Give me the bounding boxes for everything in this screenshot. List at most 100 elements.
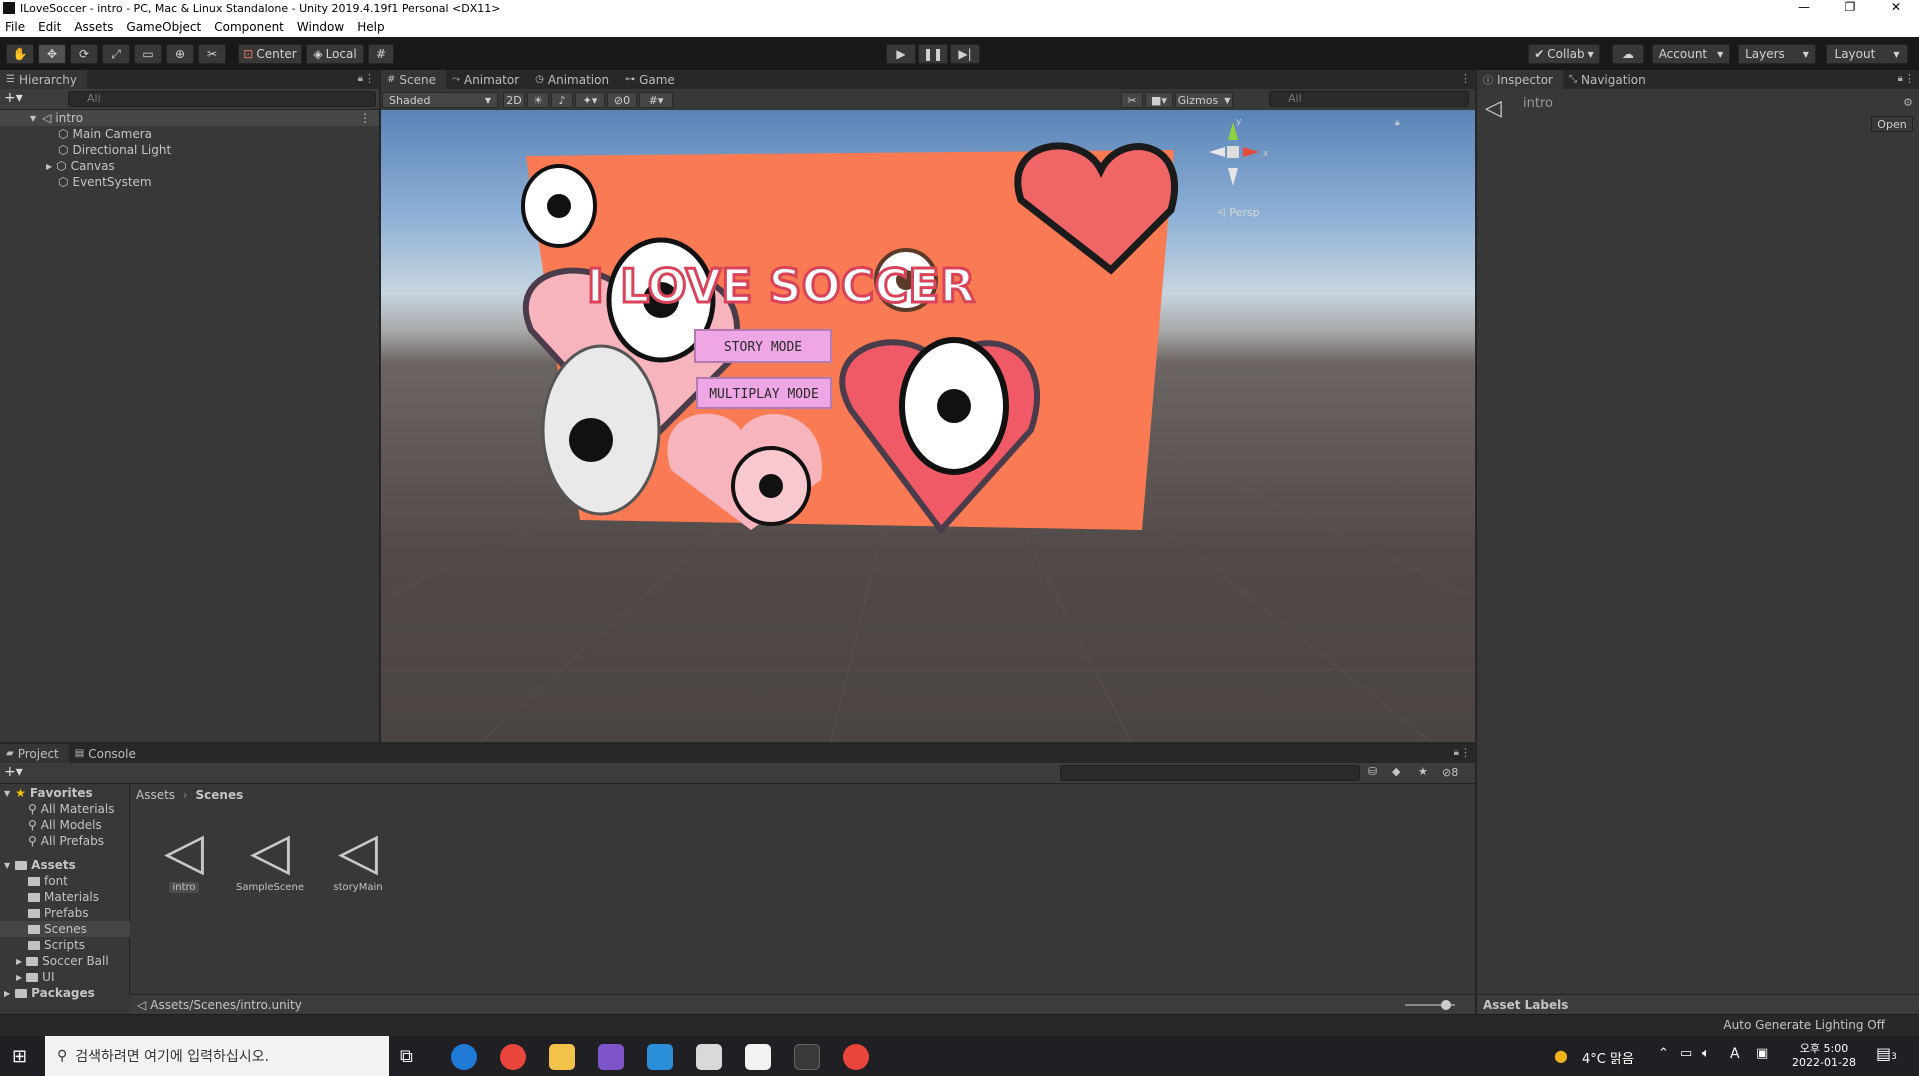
notification-icon[interactable]: ▤3	[1876, 1044, 1897, 1063]
scene-root-row[interactable]: ▼ ◁ intro ⋮	[0, 110, 379, 126]
tab-console[interactable]: ▤ Console	[68, 744, 146, 763]
gizmos-dropdown[interactable]: Gizmos ▼	[1175, 92, 1233, 108]
persp-label[interactable]: ⩤ Persp	[1217, 206, 1260, 220]
tab-navigation[interactable]: ⤡ Navigation	[1562, 70, 1656, 89]
collab-button[interactable]: ✔ Collab ▼	[1528, 44, 1600, 64]
scene-asset-tile[interactable]: ◁ intro	[144, 822, 224, 893]
menu-window[interactable]: Window	[297, 20, 344, 34]
grid-toggle-icon[interactable]: #▾	[639, 92, 673, 108]
favorites-header[interactable]: ▼ ★ Favorites	[4, 785, 93, 801]
tab-scene[interactable]: # Scene	[381, 70, 446, 89]
breadcrumb-assets[interactable]: Assets	[136, 788, 175, 802]
asset-folder[interactable]: Prefabs	[28, 905, 89, 921]
kebab-menu-icon[interactable]: ⋮	[1460, 746, 1471, 759]
scene-viewport[interactable]: I LOVE SOCCER STORY MODE MULTIPLAY MODE …	[381, 110, 1475, 742]
chevron-right-icon[interactable]: ▶	[46, 162, 52, 171]
vscode-icon[interactable]	[647, 1044, 673, 1070]
scene-asset-tile[interactable]: ◁ SampleScene	[230, 822, 310, 893]
asset-folder[interactable]: ▶ UI	[16, 969, 54, 985]
hierarchy-item[interactable]: ▶ ⬡ Canvas	[0, 158, 379, 174]
file-explorer-icon[interactable]	[549, 1044, 575, 1070]
custom-tool-icon[interactable]: ✂	[198, 44, 226, 64]
taskbar-search-input[interactable]: ⚲ 검색하려면 여기에 입력하십시오.	[45, 1036, 389, 1076]
restore-button[interactable]: ❐	[1827, 0, 1873, 16]
camera-dropdown-icon[interactable]: ■▾	[1145, 92, 1173, 108]
transform-tool-icon[interactable]: ⊕	[166, 44, 194, 64]
breadcrumb-scenes[interactable]: Scenes	[196, 788, 244, 802]
volume-icon[interactable]: 🔈︎	[1702, 1046, 1710, 1061]
typora-icon[interactable]	[745, 1044, 771, 1070]
minimize-button[interactable]: —	[1781, 0, 1827, 16]
tab-game[interactable]: ⊶ Game	[619, 70, 685, 89]
tab-inspector[interactable]: ⓘ Inspector	[1477, 70, 1563, 89]
story-mode-button[interactable]: STORY MODE	[724, 340, 802, 355]
close-button[interactable]: ✕	[1873, 0, 1919, 16]
hierarchy-item[interactable]: ⬡ Main Camera	[0, 126, 379, 142]
account-dropdown[interactable]: Account ▼	[1652, 44, 1730, 64]
korean-ime-icon[interactable]: ▣	[1756, 1046, 1768, 1061]
lock-icon[interactable]: 🔒︎	[1898, 73, 1903, 84]
rect-tool-icon[interactable]: ▭	[134, 44, 162, 64]
pivot-local-toggle[interactable]: ◈ Local	[306, 44, 364, 64]
menu-edit[interactable]: Edit	[38, 20, 61, 34]
kebab-menu-icon[interactable]: ⋮	[364, 72, 375, 85]
ime-indicator[interactable]: A	[1730, 1046, 1740, 1062]
menu-gameobject[interactable]: GameObject	[126, 20, 201, 34]
shading-mode-dropdown[interactable]: Shaded ▼	[382, 92, 498, 108]
orientation-gizmo-icon[interactable]: y x	[1203, 116, 1273, 196]
asset-folder-selected[interactable]: Scenes	[0, 921, 130, 937]
favorites-item[interactable]: ⚲ All Models	[28, 817, 102, 833]
favorites-item[interactable]: ⚲ All Prefabs	[28, 833, 104, 849]
unity-taskbar-icon[interactable]	[794, 1044, 820, 1070]
assets-header[interactable]: ▼ Assets	[4, 857, 76, 873]
asset-labels-header[interactable]: Asset Labels	[1477, 994, 1919, 1014]
tools-icon[interactable]: ✂	[1121, 92, 1143, 108]
search-by-label-icon[interactable]: ◆	[1392, 765, 1400, 778]
favorites-item[interactable]: ⚲ All Materials	[28, 801, 115, 817]
cloud-button[interactable]: ☁	[1612, 44, 1644, 64]
tab-project[interactable]: ▰ Project	[0, 744, 69, 763]
audio-toggle-icon[interactable]: ♪	[551, 92, 573, 108]
rotate-tool-icon[interactable]: ⟳	[70, 44, 98, 64]
hierarchy-item[interactable]: ⬡ Directional Light	[0, 142, 379, 158]
visual-studio-icon[interactable]	[598, 1044, 624, 1070]
project-search-input[interactable]	[1060, 765, 1360, 781]
add-object-button[interactable]: +▾	[4, 90, 23, 106]
multiplay-mode-button[interactable]: MULTIPLAY MODE	[709, 387, 819, 402]
packages-header[interactable]: ▶ Packages	[4, 985, 95, 1001]
asset-folder[interactable]: Scripts	[28, 937, 85, 953]
windows-start-icon[interactable]: ⊞	[12, 1046, 27, 1067]
favorites-star-icon[interactable]: ★	[1418, 765, 1428, 778]
menu-help[interactable]: Help	[357, 20, 384, 34]
layout-dropdown[interactable]: Layout ▼	[1826, 44, 1908, 64]
pivot-center-toggle[interactable]: ⊡ Center	[238, 44, 302, 64]
lock-icon[interactable]: 🔒︎	[358, 73, 363, 84]
scene-search-input[interactable]: All	[1269, 91, 1469, 107]
slider-thumb[interactable]	[1441, 1000, 1451, 1010]
tab-animator[interactable]: ⤳ Animator	[445, 70, 530, 89]
clock[interactable]: 오후 5:00 2022-01-28	[1792, 1040, 1856, 1069]
chevron-right-icon[interactable]: ▶	[4, 989, 10, 998]
asset-folder[interactable]: Materials	[28, 889, 99, 905]
task-view-icon[interactable]: ⧉	[400, 1046, 413, 1067]
menu-file[interactable]: File	[5, 20, 25, 34]
hidden-packages-toggle[interactable]: ⊘8	[1442, 766, 1458, 779]
step-button[interactable]: ▶|	[950, 44, 980, 64]
weather-text[interactable]: 4°C 맑음	[1582, 1048, 1634, 1067]
weather-sun-icon[interactable]: ●	[1554, 1046, 1568, 1065]
lock-icon[interactable]: 🔒︎	[1454, 747, 1459, 758]
kebab-menu-icon[interactable]: ⋮	[1904, 72, 1915, 85]
search-by-type-icon[interactable]: ⛁	[1368, 765, 1377, 778]
layers-dropdown[interactable]: Layers ▼	[1738, 44, 1816, 64]
tab-hierarchy[interactable]: ☰ Hierarchy	[0, 70, 87, 89]
chevron-right-icon[interactable]: ▶	[16, 973, 22, 982]
tab-animation[interactable]: ◷ Animation	[529, 70, 620, 89]
grid-snap-icon[interactable]: #	[368, 44, 394, 64]
chevron-up-icon[interactable]: ⌃	[1658, 1046, 1669, 1061]
hierarchy-item[interactable]: ⬡ EventSystem	[0, 174, 379, 190]
open-button[interactable]: Open	[1871, 116, 1913, 132]
kebab-menu-icon[interactable]: ⋮	[1460, 72, 1471, 85]
menu-assets[interactable]: Assets	[74, 20, 113, 34]
chrome-icon[interactable]	[500, 1044, 526, 1070]
hidden-objects-toggle[interactable]: ⊘ 0	[607, 92, 637, 108]
